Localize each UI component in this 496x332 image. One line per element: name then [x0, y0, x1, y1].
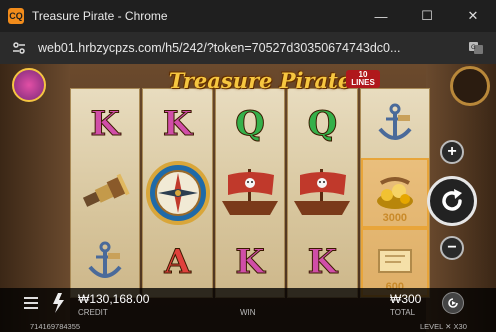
site-info-icon[interactable]	[10, 39, 28, 57]
reel-cell: A	[143, 228, 211, 297]
svg-text:G: G	[471, 44, 476, 51]
credit-amount: ₩130,168.00	[78, 292, 150, 306]
reel-cell: K	[143, 89, 211, 158]
minimize-button[interactable]: —	[358, 0, 404, 32]
close-button[interactable]: ✕	[450, 0, 496, 32]
reel-cell	[288, 158, 356, 227]
reel-2: K A	[142, 88, 213, 298]
reel-5: 3000 600	[359, 88, 431, 298]
symbol-letter: K	[307, 242, 338, 283]
reel-1: K	[70, 88, 141, 298]
credit-label: CREDIT	[78, 308, 108, 317]
compass-icon	[145, 160, 210, 225]
maximize-button[interactable]: ☐	[404, 0, 450, 32]
bet-decrease-button[interactable]: −	[440, 236, 464, 260]
total-label: TOTAL	[390, 308, 416, 317]
url-field[interactable]: web01.hrbzycpzs.com/h5/242/?token=70527d…	[38, 41, 458, 55]
reel-4: Q K	[287, 88, 358, 298]
window-controls: — ☐ ✕	[358, 0, 496, 32]
autoplay-icon	[448, 298, 458, 308]
spin-arrow-icon	[442, 189, 462, 211]
reel-cell-highlighted: 600	[360, 227, 430, 297]
spin-button[interactable]	[427, 176, 477, 226]
pirate-ship-icon	[294, 168, 351, 215]
address-bar: web01.hrbzycpzs.com/h5/242/?token=70527d…	[0, 32, 496, 64]
symbol-letter: Q	[235, 103, 266, 144]
game-logo-icon	[12, 68, 46, 102]
level-indicator: LEVEL ✕ X30	[420, 322, 467, 331]
reel-cell: K	[288, 228, 356, 297]
treasure-icon	[376, 176, 413, 209]
symbol-letter: K	[235, 242, 266, 283]
parchment-icon	[377, 249, 412, 274]
reel-3: Q K	[214, 88, 286, 298]
menu-icon[interactable]	[22, 294, 40, 312]
anchor-icon	[88, 241, 122, 279]
anchor-icon	[378, 103, 412, 140]
turbo-icon[interactable]	[50, 292, 70, 314]
compass-decoration-icon	[450, 66, 490, 106]
window-titlebar: CQ Treasure Pirate - Chrome — ☐ ✕	[0, 0, 496, 32]
pirate-ship-icon	[222, 168, 279, 215]
reel-cell: K	[71, 89, 139, 158]
reel-cell	[143, 158, 211, 227]
symbol-letter: K	[90, 103, 121, 144]
window-title: Treasure Pirate - Chrome	[32, 9, 168, 23]
win-label: WIN	[240, 308, 256, 317]
lines-badge: 10 LINES	[346, 70, 380, 88]
reel-cell-highlighted: 3000	[360, 158, 430, 228]
reel-cell	[216, 158, 284, 227]
symbol-letter: Q	[307, 103, 338, 144]
reel-cell	[71, 158, 139, 227]
session-id: 714169784355	[30, 322, 81, 331]
reel-grid: K K A Q K Q K 3000 600	[70, 88, 431, 298]
translate-icon[interactable]: G	[468, 40, 484, 56]
game-title: Treasure Pirate	[168, 68, 352, 93]
total-bet-amount: ₩300	[390, 292, 422, 306]
reel-cell	[361, 89, 429, 158]
reel-cell: K	[216, 228, 284, 297]
cell-value: 3000	[382, 211, 408, 224]
game-canvas[interactable]: Treasure Pirate 10 LINES K K A Q K Q K 3…	[0, 64, 496, 332]
bet-increase-button[interactable]: +	[440, 140, 464, 164]
game-bottom-bar: ₩130,168.00 CREDIT WIN ₩300 TOTAL 714169…	[0, 288, 496, 332]
spyglass-icon	[83, 173, 130, 207]
autoplay-button[interactable]	[442, 292, 464, 314]
symbol-letter: A	[164, 242, 191, 283]
reel-cell	[71, 228, 139, 297]
app-logo-icon: CQ	[8, 8, 24, 24]
reel-cell: Q	[288, 89, 356, 158]
symbol-letter: K	[162, 103, 193, 144]
reel-cell: Q	[216, 89, 284, 158]
